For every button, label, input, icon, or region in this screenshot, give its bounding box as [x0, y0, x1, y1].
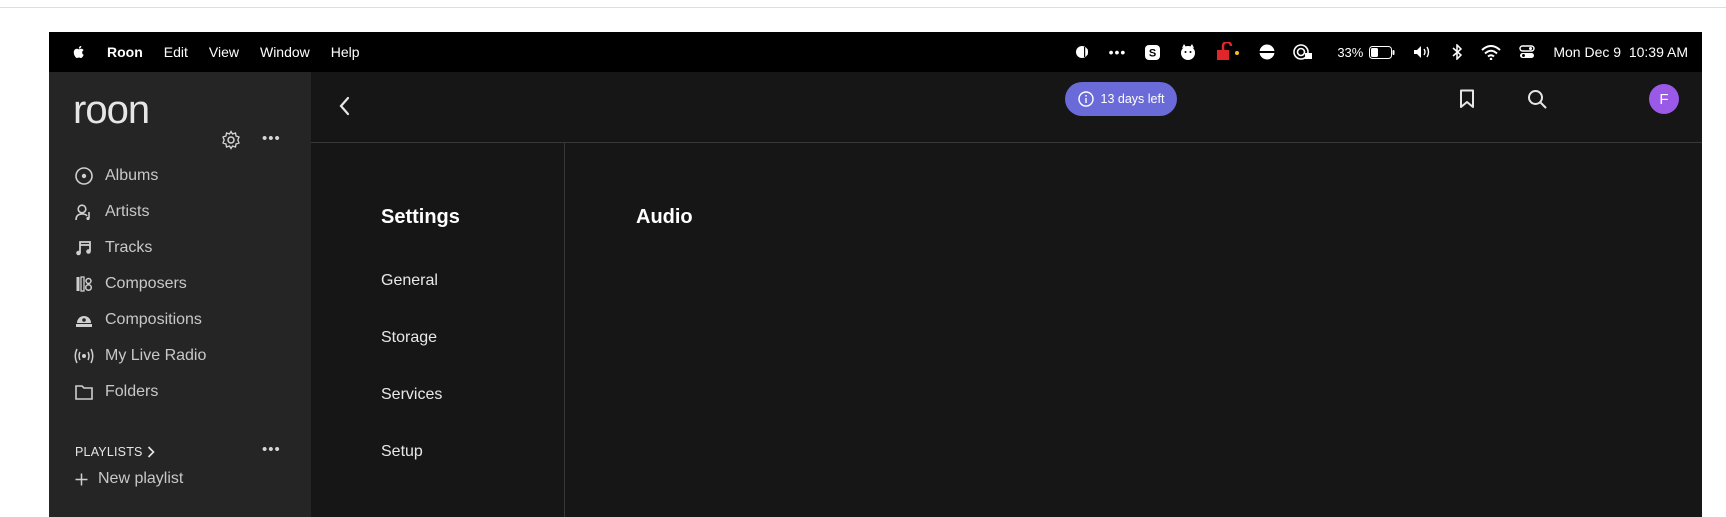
bluetooth-icon[interactable]	[1451, 44, 1463, 60]
sidebar-item-my-live-radio[interactable]: My Live Radio	[73, 343, 206, 369]
menu-help[interactable]: Help	[331, 44, 360, 60]
playlists-header[interactable]: PLAYLISTS	[75, 445, 155, 459]
macos-menu-bar: Roon Edit View Window Help ••• S 33% Mon…	[49, 32, 1702, 72]
trial-days-label: 13 days left	[1100, 92, 1165, 106]
sidebar-item-label: Compositions	[105, 311, 202, 328]
trial-days-badge[interactable]: 13 days left	[1065, 82, 1177, 116]
playlists-more-icon[interactable]: •••	[262, 441, 281, 458]
main-header	[311, 72, 1702, 143]
gear-icon[interactable]	[221, 130, 241, 155]
settings-link-setup[interactable]: Setup	[381, 443, 423, 461]
artist-icon	[73, 201, 95, 223]
music-note-icon	[73, 237, 95, 259]
window-top-border	[0, 7, 1726, 8]
svg-text:S: S	[1149, 47, 1156, 59]
sidebar-item-label: My Live Radio	[105, 347, 207, 364]
sidebar-more-icon[interactable]: •••	[262, 130, 281, 147]
volume-icon[interactable]	[1413, 45, 1433, 59]
menu-edit[interactable]: Edit	[164, 44, 188, 60]
sidebar-item-label: Tracks	[105, 239, 153, 256]
plus-icon	[75, 473, 88, 486]
settings-link-general[interactable]: General	[381, 272, 438, 290]
page-title: Audio	[636, 206, 693, 228]
sidebar-item-compositions[interactable]: Compositions	[73, 307, 202, 333]
sidebar-item-label: Folders	[105, 383, 159, 400]
sidebar-item-label: Composers	[105, 275, 187, 292]
sidebar-item-albums[interactable]: Albums	[73, 163, 158, 189]
sidebar-item-label: Artists	[105, 203, 150, 220]
settings-nav: Settings General Storage Services Setup	[311, 143, 565, 517]
wifi-icon[interactable]	[1481, 44, 1502, 60]
apple-icon[interactable]	[71, 44, 87, 60]
control-center-icon[interactable]	[1519, 44, 1536, 60]
avatar[interactable]: F	[1649, 84, 1679, 114]
sidebar-item-folders[interactable]: Folders	[73, 379, 158, 405]
settings-link-services[interactable]: Services	[381, 386, 442, 404]
album-icon	[73, 165, 95, 187]
radio-icon	[73, 345, 95, 367]
sidebar-item-label: Albums	[105, 167, 159, 184]
sidebar-item-composers[interactable]: Composers	[73, 271, 187, 297]
new-playlist-label: New playlist	[98, 470, 184, 487]
playlists-header-label: PLAYLISTS	[75, 445, 143, 459]
new-playlist-button[interactable]: New playlist	[75, 470, 183, 488]
menu-window[interactable]: Window	[260, 44, 310, 60]
wifi-lock-icon[interactable]	[1293, 43, 1313, 61]
battery-icon[interactable]	[1369, 45, 1395, 59]
roon-logo[interactable]: roon	[73, 90, 150, 130]
sidebar: roon ••• Albums Artists Tracks Composers…	[49, 72, 311, 517]
cat-face-icon[interactable]	[1179, 43, 1197, 61]
screen: Roon Edit View Window Help ••• S 33% Mon…	[49, 32, 1702, 517]
audio-hijack-icon[interactable]	[1075, 44, 1091, 60]
composition-icon	[73, 309, 95, 331]
composer-icon	[73, 273, 95, 295]
vpn-lock-icon[interactable]	[1215, 42, 1241, 62]
sidebar-item-artists[interactable]: Artists	[73, 199, 149, 225]
menu-app-name[interactable]: Roon	[107, 44, 143, 60]
sidebar-item-tracks[interactable]: Tracks	[73, 235, 152, 261]
back-chevron-icon[interactable]	[333, 92, 357, 120]
more-dots-icon[interactable]: •••	[1109, 44, 1127, 60]
settings-link-storage[interactable]: Storage	[381, 329, 437, 347]
info-icon	[1077, 91, 1094, 107]
settings-title: Settings	[381, 206, 460, 228]
bookmark-icon[interactable]	[1455, 87, 1479, 111]
status-bar-area: ••• S 33% Mon Dec 9 10:39 AM	[1057, 32, 1688, 72]
menu-view[interactable]: View	[209, 44, 239, 60]
skype-icon[interactable]: S	[1144, 44, 1161, 61]
chevron-right-icon	[147, 446, 155, 458]
search-icon[interactable]	[1525, 87, 1549, 111]
dns-icon[interactable]	[1259, 44, 1276, 60]
battery-percent: 33%	[1337, 44, 1364, 60]
menu-clock[interactable]: Mon Dec 9 10:39 AM	[1553, 44, 1688, 60]
folder-icon	[73, 381, 95, 403]
